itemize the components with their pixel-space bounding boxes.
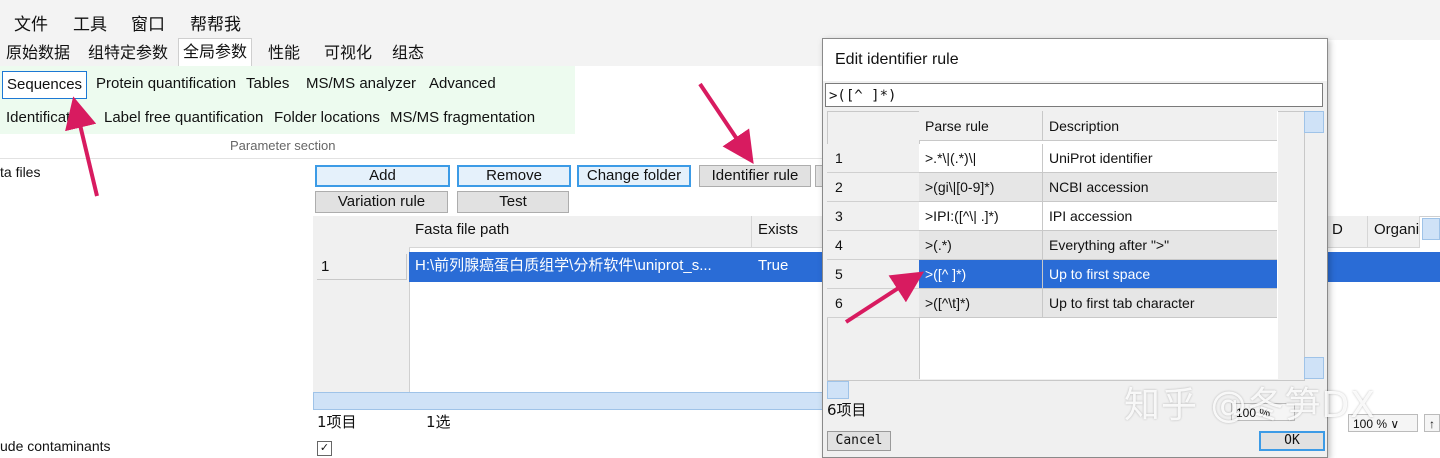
annotation-arrows: [65, 82, 925, 324]
arrow-to-selected-rule: [844, 271, 925, 324]
arrow-to-identifier-rule: [698, 82, 754, 164]
arrow-to-sequences: [65, 96, 99, 197]
